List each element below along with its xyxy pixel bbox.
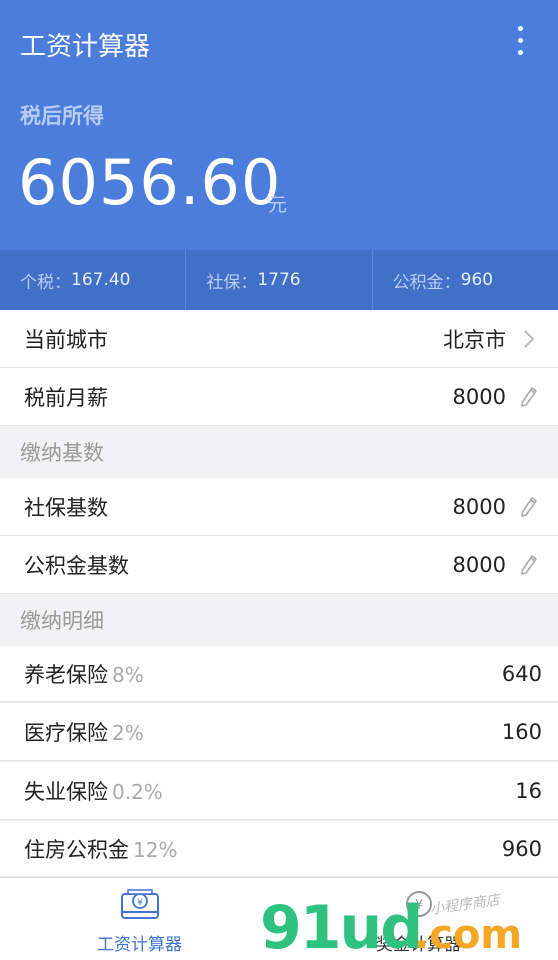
watermark-logo: 91ud .com 小程序商店 (260, 892, 522, 956)
deduction-stats: 个税： 167.40 社保： 1776 公积金： 960 (0, 250, 558, 310)
social-base-label: 社保基数 (24, 495, 108, 520)
svg-text:¥: ¥ (137, 898, 143, 908)
chevron-right-icon (516, 326, 542, 352)
stat-social-insurance: 社保： 1776 (186, 250, 373, 310)
detail-name: 住房公积金 (24, 837, 129, 862)
detail-rate: 0.2% (112, 779, 163, 804)
svg-text:.com: .com (414, 912, 522, 956)
detail-name: 医疗保险 (24, 720, 108, 745)
svg-text:91ud: 91ud (260, 893, 421, 956)
salary-label: 税前月薪 (24, 385, 108, 410)
salary-value: 8000 (452, 384, 506, 409)
stat-value: 1776 (257, 270, 301, 290)
after-tax-value: 6056.60 (18, 146, 282, 219)
fund-base-row[interactable]: 公积金基数 8000 (0, 536, 558, 594)
stat-label: 公积金： (392, 272, 461, 293)
detail-name: 养老保险 (24, 662, 108, 687)
pencil-icon[interactable] (516, 552, 542, 578)
salary-card-icon: ¥ (119, 888, 161, 926)
detail-value: 960 (501, 836, 542, 861)
fund-base-label: 公积金基数 (24, 553, 129, 578)
stat-value: 960 (460, 270, 494, 290)
section-detail-title: 缴纳明细 (0, 594, 558, 646)
social-base-value: 8000 (452, 494, 506, 519)
summary-header: 工资计算器 税后所得 6056.60 元 个税： 167.40 社保： 1776… (0, 0, 558, 310)
section-base-title: 缴纳基数 (0, 426, 558, 478)
stat-income-tax: 个税： 167.40 (0, 250, 187, 310)
detail-rate: 8% (112, 662, 144, 687)
detail-value: 16 (515, 778, 542, 803)
detail-row-medical: 医疗保险 2% 160 (0, 703, 558, 761)
detail-name: 失业保险 (24, 779, 108, 804)
detail-value: 160 (501, 719, 542, 744)
more-menu-icon[interactable] (508, 26, 532, 60)
pencil-icon[interactable] (516, 494, 542, 520)
after-tax-unit: 元 (268, 194, 288, 216)
stat-label: 个税： (20, 272, 71, 293)
detail-value: 640 (501, 661, 542, 686)
salary-row[interactable]: 税前月薪 8000 (0, 368, 558, 426)
social-base-row[interactable]: 社保基数 8000 (0, 478, 558, 536)
detail-row-pension: 养老保险 8% 640 (0, 646, 558, 702)
tab-label: 工资计算器 (97, 935, 182, 955)
fund-base-value: 8000 (452, 552, 506, 577)
pencil-icon[interactable] (516, 384, 542, 410)
tab-salary-calculator[interactable]: ¥ 工资计算器 (0, 878, 279, 960)
city-value: 北京市 (443, 327, 506, 352)
app-title: 工资计算器 (20, 32, 151, 62)
city-row[interactable]: 当前城市 北京市 (0, 310, 558, 368)
detail-rate: 12% (133, 837, 178, 862)
city-label: 当前城市 (24, 327, 108, 352)
stat-label: 社保： (206, 272, 258, 293)
stat-housing-fund: 公积金： 960 (373, 250, 558, 310)
detail-row-housing-fund: 住房公积金 12% 960 (0, 821, 558, 877)
detail-rate: 2% (112, 720, 144, 745)
stat-value: 167.40 (71, 270, 131, 290)
detail-row-unemployment: 失业保险 0.2% 16 (0, 762, 558, 820)
after-tax-label: 税后所得 (20, 104, 104, 128)
